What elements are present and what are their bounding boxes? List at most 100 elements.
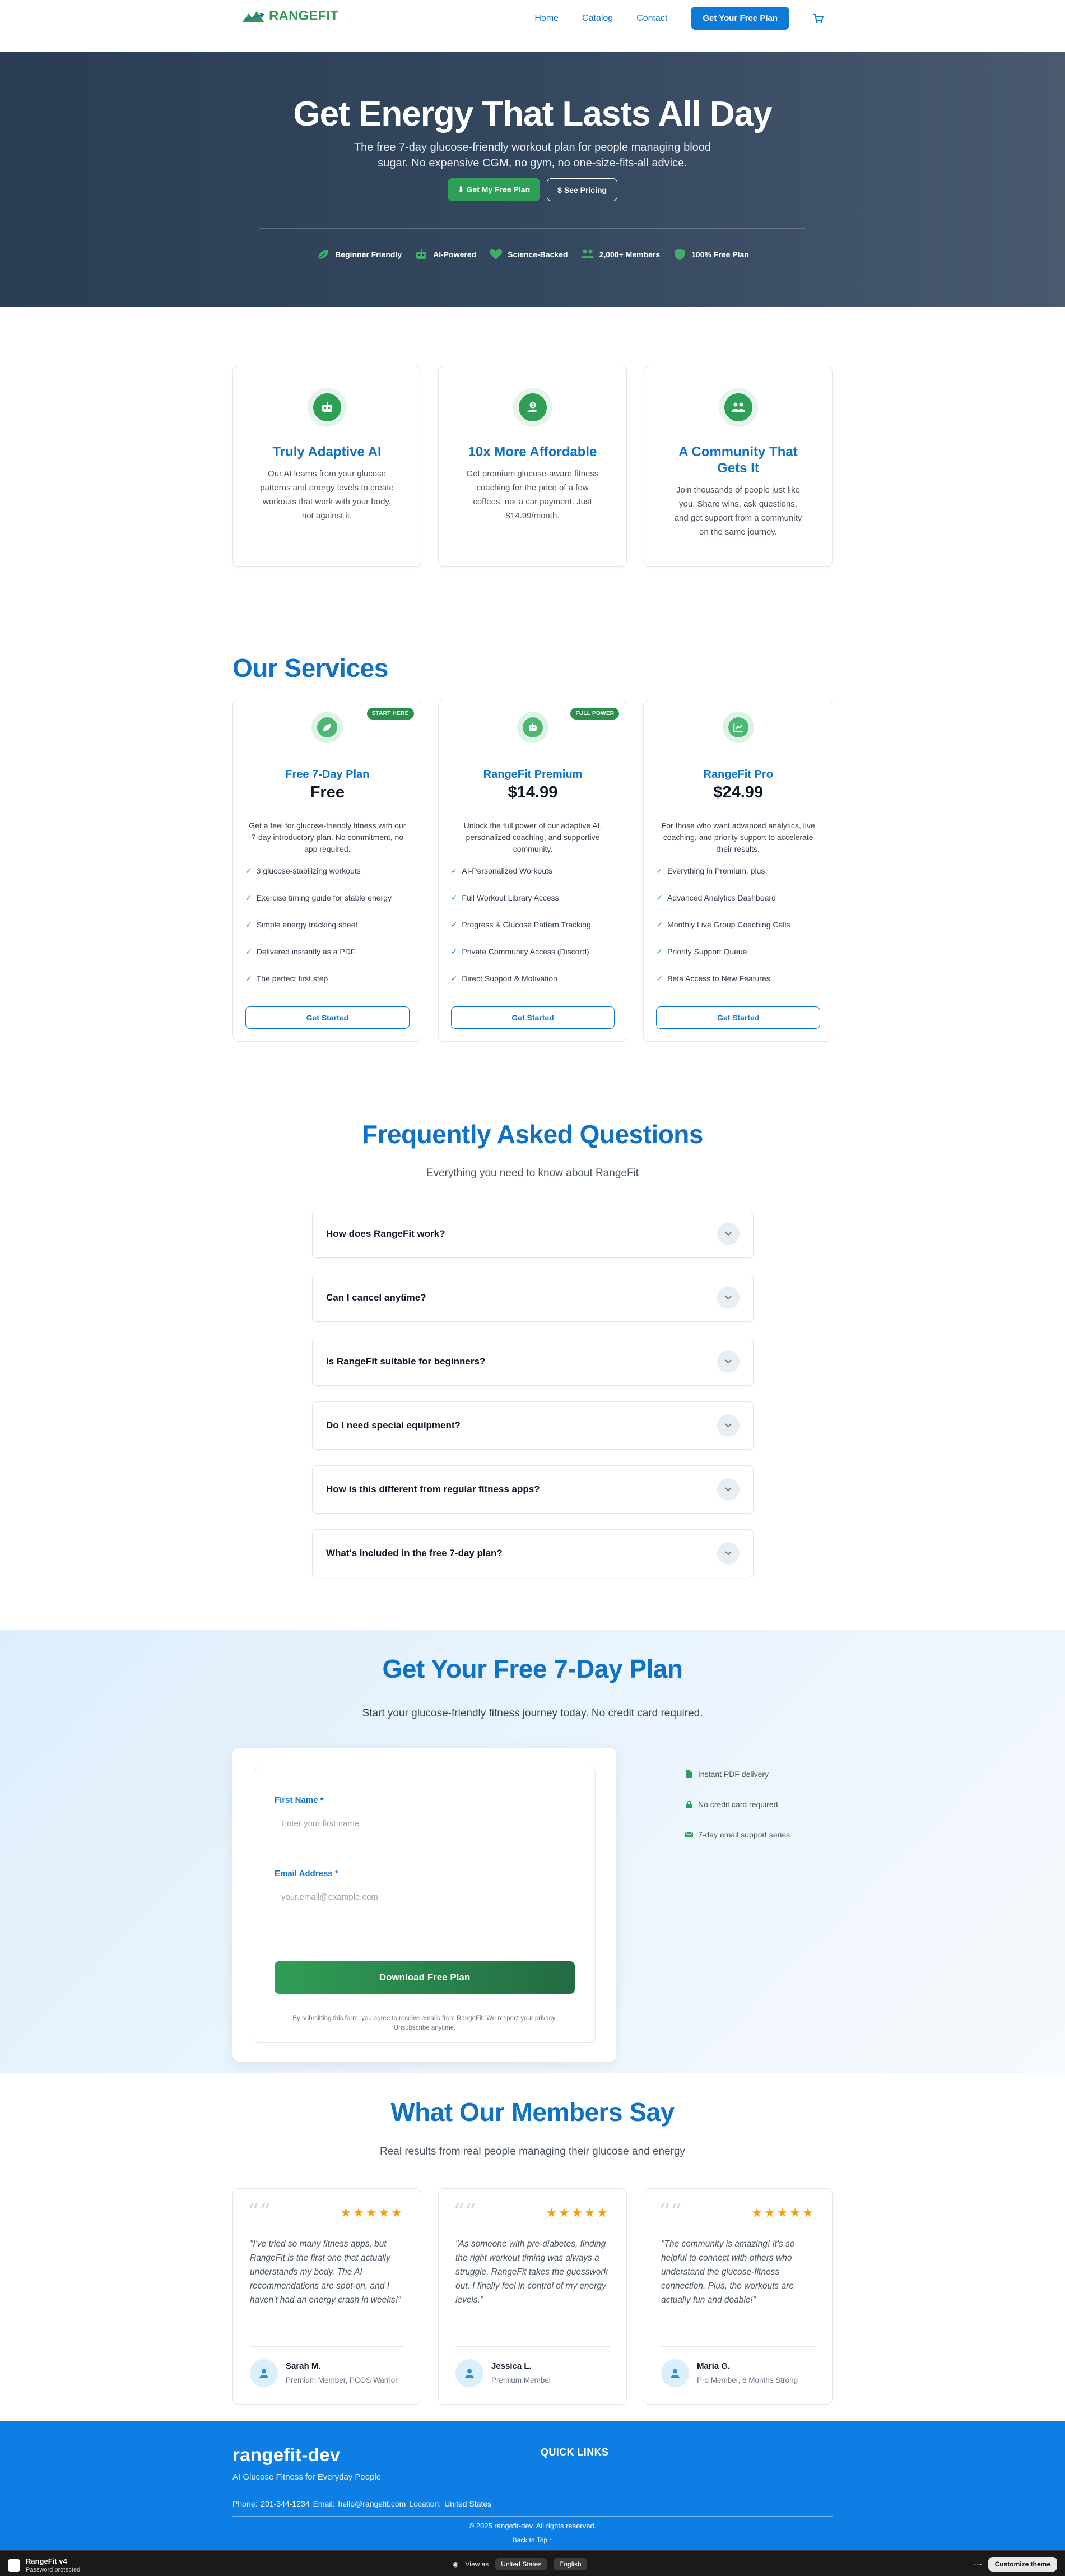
plan-price: $24.99: [713, 783, 764, 801]
first-name-input[interactable]: [275, 1811, 575, 1836]
quote-icon: ““: [453, 2199, 476, 2225]
chevron-down-icon[interactable]: [717, 1478, 740, 1501]
site-footer: rangefit-dev AI Glucose Fitness for Ever…: [0, 2421, 1065, 2550]
plan-feature: ✓ Private Community Access (Discord): [450, 947, 589, 956]
check-icon: ✓: [245, 920, 252, 929]
signup-form: First Name * Email Address * Download Fr…: [254, 1767, 596, 2043]
download-free-plan-button[interactable]: Download Free Plan: [275, 1961, 575, 1994]
check-icon: ✓: [245, 866, 252, 875]
member-name: Maria G.: [697, 2361, 731, 2371]
email-input[interactable]: [275, 1884, 575, 1910]
badge-ai: AI-Powered: [414, 248, 476, 261]
faq-item[interactable]: Do I need special equipment?: [312, 1401, 754, 1450]
signup-form-card: First Name * Email Address * Download Fr…: [232, 1748, 616, 2062]
cart-icon[interactable]: [813, 13, 824, 24]
feature-card-community: A Community That Gets It Join thousands …: [644, 366, 833, 567]
see-pricing-button[interactable]: $ See Pricing: [547, 178, 618, 201]
country-select[interactable]: United States: [495, 2558, 547, 2570]
feature-text: Join thousands of people just like you. …: [674, 485, 802, 537]
nav-home[interactable]: Home: [534, 13, 559, 24]
get-started-button[interactable]: Get Started: [656, 1006, 821, 1029]
check-icon: ✓: [656, 866, 663, 875]
footer-location: United States: [444, 2499, 492, 2508]
footer-phone[interactable]: 201-344-1234: [261, 2499, 309, 2508]
check-icon: ✓: [450, 866, 458, 875]
chevron-down-icon[interactable]: [717, 1542, 740, 1565]
first-name-label: First Name *: [275, 1795, 324, 1805]
services-row: START HERE Free 7-Day Plan Free Get a fe…: [232, 700, 834, 1042]
customize-theme-button[interactable]: Customize theme: [988, 2557, 1057, 2572]
plan-card-pro: RangeFit Pro $24.99 For those who want a…: [643, 700, 834, 1042]
leaf-icon: [317, 717, 338, 737]
plan-name: Free 7-Day Plan: [285, 768, 370, 781]
plan-tag: FULL POWER: [570, 708, 620, 720]
hand-dollar-icon: $: [518, 393, 547, 421]
plan-feature: ✓ Simple energy tracking sheet: [245, 920, 358, 929]
avatar: [661, 2359, 689, 2387]
badge-science: Science-Backed: [489, 248, 568, 261]
faq-title: Frequently Asked Questions: [362, 1120, 704, 1149]
hero-divider: [259, 228, 806, 229]
view-as-label: View as: [465, 2560, 489, 2568]
site-header: RANGEFIT Home Catalog Contact Get Your F…: [0, 0, 1065, 38]
check-icon: ✓: [450, 947, 458, 956]
avatar: [455, 2359, 483, 2387]
svg-text:$: $: [531, 403, 534, 408]
testimonial-text: "The community is amazing! It's so helpf…: [661, 2239, 795, 2305]
plan-card-free: START HERE Free 7-Day Plan Free Get a fe…: [232, 700, 422, 1042]
nav-contact[interactable]: Contact: [636, 13, 667, 24]
plan-price: Free: [310, 783, 345, 801]
plan-feature: ✓ Exercise timing guide for stable energy: [245, 893, 392, 902]
member-role: Premium Member: [491, 2376, 552, 2384]
logo[interactable]: RANGEFIT: [241, 8, 338, 25]
header-cta-button[interactable]: Get Your Free Plan: [691, 7, 789, 30]
plan-feature: ✓ Beta Access to New Features: [656, 974, 770, 983]
check-icon: ✓: [245, 947, 252, 956]
footer-tagline: AI Glucose Fitness for Everyday People: [232, 2472, 382, 2482]
check-icon: ✓: [656, 974, 663, 983]
star-rating: ★★★★★: [751, 2206, 815, 2220]
chevron-down-icon[interactable]: [717, 1287, 740, 1309]
nav-catalog[interactable]: Catalog: [582, 13, 613, 24]
shop-preview-bar: RangeFit v4 Password protected ◉ View as…: [0, 2550, 1065, 2576]
plan-tag: START HERE: [366, 708, 414, 720]
testimonial-card: ““ ★★★★★ "As someone with pre-diabetes, …: [438, 2188, 627, 2405]
hero-section: Get Energy That Lasts All Day The free 7…: [0, 52, 1065, 307]
testimonial-text: "I've tried so many fitness apps, but Ra…: [250, 2239, 401, 2305]
faq-item[interactable]: How does RangeFit work?: [312, 1210, 754, 1258]
check-icon: ✓: [656, 893, 663, 902]
shopping-bag-icon: [8, 2559, 20, 2572]
store-name: RangeFit v4: [26, 2557, 67, 2565]
lock-icon: [686, 1800, 692, 1808]
testimonials-subtitle: Real results from real people managing t…: [380, 2146, 685, 2157]
email-label: Email Address *: [275, 1869, 338, 1878]
back-to-top-link[interactable]: Back to Top ↑: [0, 2536, 1065, 2545]
get-started-button[interactable]: Get Started: [245, 1006, 410, 1029]
faq-list: How does RangeFit work? Can I cancel any…: [312, 1210, 754, 1593]
chevron-down-icon[interactable]: [717, 1414, 740, 1437]
more-options-icon[interactable]: ⋯: [974, 2559, 983, 2570]
faq-item[interactable]: Can I cancel anytime?: [312, 1274, 754, 1322]
language-select[interactable]: English: [554, 2558, 587, 2570]
shield-icon: [675, 249, 685, 260]
footer-email[interactable]: hello@rangefit.com: [338, 2499, 406, 2508]
chevron-down-icon[interactable]: [717, 1350, 740, 1373]
chevron-down-icon[interactable]: [717, 1223, 740, 1245]
testimonial-text: "As someone with pre-diabetes, finding t…: [455, 2239, 608, 2305]
plan-features: ✓ AI-Personalized Workouts ✓ Full Workout …: [439, 866, 627, 1001]
faq-item[interactable]: How is this different from regular fitne…: [312, 1465, 754, 1514]
plan-feature: ✓ Advanced Analytics Dashboard: [656, 893, 776, 902]
plan-description: Get a feel for glucose-friendly fitness …: [249, 821, 406, 853]
plan-feature: ✓ Progress & Glucose Pattern Tracking: [450, 920, 591, 929]
get-started-button[interactable]: Get Started: [450, 1006, 615, 1029]
check-icon: ✓: [245, 974, 252, 983]
free-plan-perks: Instant PDF delivery No credit card requ…: [685, 1759, 790, 1850]
faq-subtitle: Everything you need to know about RangeF…: [426, 1167, 639, 1179]
faq-item[interactable]: Is RangeFit suitable for beginners?: [312, 1338, 754, 1386]
footer-brand: rangefit-dev: [232, 2444, 341, 2465]
users-icon: [580, 249, 594, 258]
get-free-plan-button[interactable]: ⬇ Get My Free Plan: [447, 178, 541, 201]
faq-item[interactable]: What's included in the free 7-day plan?: [312, 1529, 754, 1577]
plan-feature: ✓ Monthly Live Group Coaching Calls: [656, 920, 790, 929]
plan-feature: ✓ Everything in Premium, plus:: [656, 866, 768, 875]
